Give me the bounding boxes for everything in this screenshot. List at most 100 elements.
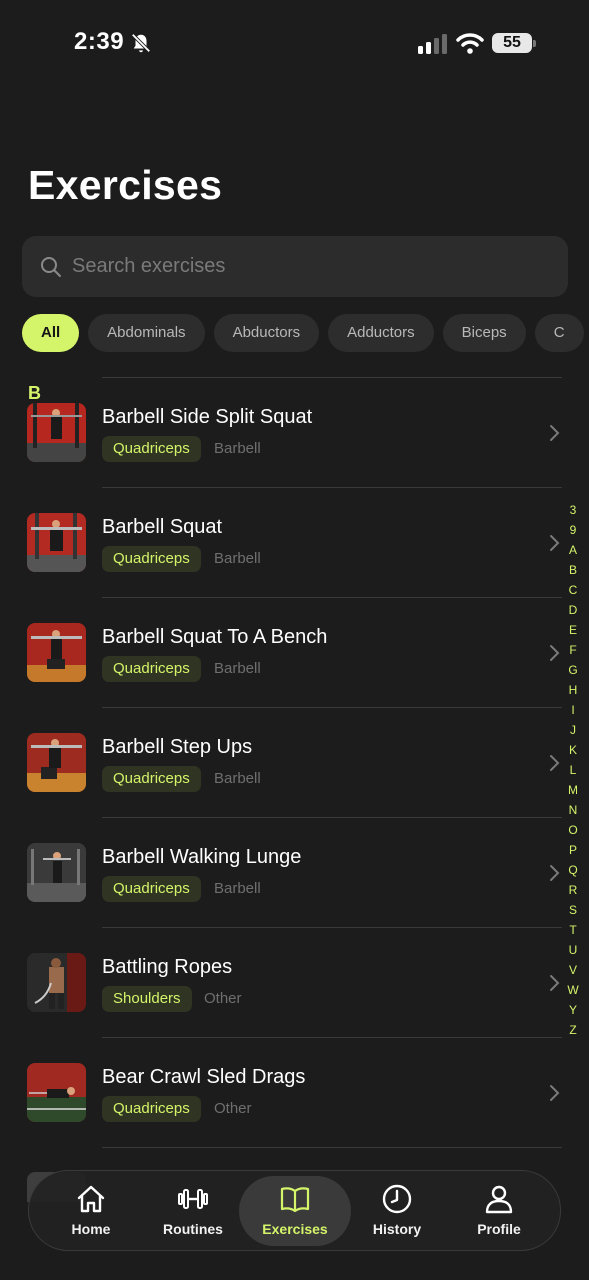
chevron-right-icon — [550, 645, 560, 661]
tab-label: Profile — [477, 1221, 521, 1237]
muscle-tag: Shoulders — [102, 986, 192, 1012]
chevron-right-icon — [550, 755, 560, 771]
exercise-thumbnail — [27, 1063, 86, 1122]
bottom-tab-bar: Home Routines Exercises History Profile — [28, 1170, 561, 1251]
index-letter[interactable]: M — [565, 780, 581, 800]
exercise-row[interactable]: Bear Crawl Sled Drags Quadriceps Other — [0, 1038, 589, 1148]
muscle-filter-chips: All Abdominals Abductors Adductors Biceps C — [22, 314, 589, 352]
tab-home[interactable]: Home — [41, 1171, 141, 1252]
book-icon — [280, 1187, 310, 1213]
index-letter[interactable]: H — [565, 680, 581, 700]
index-letter[interactable]: D — [565, 600, 581, 620]
status-bar: 2:39 55 — [0, 0, 589, 88]
index-letter[interactable]: L — [565, 760, 581, 780]
index-letter[interactable]: F — [565, 640, 581, 660]
chevron-right-icon — [550, 1085, 560, 1101]
chip-abductors[interactable]: Abductors — [213, 314, 320, 352]
muscle-tag: Quadriceps — [102, 436, 201, 462]
exercise-thumbnail — [27, 513, 86, 572]
index-letter[interactable]: Z — [565, 1020, 581, 1040]
clock-icon — [382, 1184, 412, 1214]
equipment-label: Other — [204, 990, 242, 1007]
index-letter[interactable]: W — [565, 980, 581, 1000]
muscle-tag: Quadriceps — [102, 546, 201, 572]
cellular-signal-icon — [418, 34, 447, 54]
index-letter[interactable]: R — [565, 880, 581, 900]
index-letter[interactable]: 3 — [565, 500, 581, 520]
bell-muted-icon — [131, 33, 151, 53]
index-letter[interactable]: V — [565, 960, 581, 980]
page-title: Exercises — [28, 162, 223, 208]
exercise-thumbnail — [27, 733, 86, 792]
exercise-thumbnail — [27, 623, 86, 682]
exercise-name: Barbell Squat To A Bench — [102, 626, 328, 648]
index-letter[interactable]: G — [565, 660, 581, 680]
exercise-row[interactable]: Barbell Walking Lunge Quadriceps Barbell — [0, 818, 589, 928]
chevron-right-icon — [550, 865, 560, 881]
chip-c[interactable]: C — [534, 314, 584, 352]
dumbbell-icon — [178, 1189, 208, 1209]
muscle-tag: Quadriceps — [102, 656, 201, 682]
exercise-name: Barbell Squat — [102, 516, 223, 538]
battery-level: 55 — [492, 33, 532, 53]
muscle-tag: Quadriceps — [102, 1096, 201, 1122]
exercise-name: Battling Ropes — [102, 956, 233, 978]
exercise-row[interactable]: Barbell Step Ups Quadriceps Barbell — [0, 708, 589, 818]
tab-label: History — [372, 1221, 422, 1237]
tab-label: Exercises — [262, 1221, 328, 1237]
index-letter[interactable]: A — [565, 540, 581, 560]
equipment-label: Barbell — [214, 440, 261, 457]
index-letter[interactable]: O — [565, 820, 581, 840]
alphabet-index[interactable]: 3 9 A B C D E F G H I J K L M N O P Q R … — [565, 500, 581, 1040]
status-time: 2:39 — [74, 28, 125, 55]
index-letter[interactable]: E — [565, 620, 581, 640]
wifi-icon — [456, 33, 484, 54]
exercise-thumbnail — [27, 843, 86, 902]
search-bar[interactable] — [22, 236, 568, 297]
equipment-label: Barbell — [214, 660, 261, 677]
tab-label: Home — [71, 1221, 111, 1237]
equipment-label: Barbell — [214, 770, 261, 787]
index-letter[interactable]: J — [565, 720, 581, 740]
chevron-right-icon — [550, 535, 560, 551]
index-letter[interactable]: P — [565, 840, 581, 860]
exercise-thumbnail — [27, 953, 86, 1012]
index-letter[interactable]: U — [565, 940, 581, 960]
tab-exercises[interactable]: Exercises — [239, 1171, 351, 1252]
tab-history[interactable]: History — [347, 1171, 447, 1252]
index-letter[interactable]: K — [565, 740, 581, 760]
exercise-row[interactable]: Battling Ropes Shoulders Other — [0, 928, 589, 1038]
index-letter[interactable]: I — [565, 700, 581, 720]
equipment-label: Other — [214, 1100, 252, 1117]
exercise-row[interactable]: Barbell Squat Quadriceps Barbell — [0, 488, 589, 598]
chip-all[interactable]: All — [22, 314, 80, 352]
index-letter[interactable]: Y — [565, 1000, 581, 1020]
index-letter[interactable]: 9 — [565, 520, 581, 540]
chip-biceps[interactable]: Biceps — [442, 314, 526, 352]
battery-tip — [533, 40, 536, 47]
exercise-row[interactable]: Barbell Squat To A Bench Quadriceps Barb… — [0, 598, 589, 708]
index-letter[interactable]: B — [565, 560, 581, 580]
list-divider — [102, 1147, 562, 1148]
exercise-name: Barbell Walking Lunge — [102, 846, 302, 868]
chevron-right-icon — [550, 425, 560, 441]
index-letter[interactable]: N — [565, 800, 581, 820]
exercise-row[interactable]: Barbell Side Split Squat Quadriceps Barb… — [0, 378, 589, 488]
exercise-name: Bear Crawl Sled Drags — [102, 1066, 306, 1088]
home-icon — [77, 1185, 105, 1213]
muscle-tag: Quadriceps — [102, 876, 201, 902]
search-input[interactable] — [72, 236, 552, 297]
chevron-right-icon — [550, 975, 560, 991]
person-icon — [485, 1185, 513, 1214]
exercise-name: Barbell Side Split Squat — [102, 406, 313, 428]
index-letter[interactable]: Q — [565, 860, 581, 880]
index-letter[interactable]: S — [565, 900, 581, 920]
battery-indicator: 55 — [492, 33, 536, 53]
chip-adductors[interactable]: Adductors — [328, 314, 434, 352]
chip-abdominals[interactable]: Abdominals — [88, 314, 205, 352]
equipment-label: Barbell — [214, 550, 261, 567]
tab-profile[interactable]: Profile — [449, 1171, 549, 1252]
tab-routines[interactable]: Routines — [143, 1171, 243, 1252]
index-letter[interactable]: T — [565, 920, 581, 940]
index-letter[interactable]: C — [565, 580, 581, 600]
